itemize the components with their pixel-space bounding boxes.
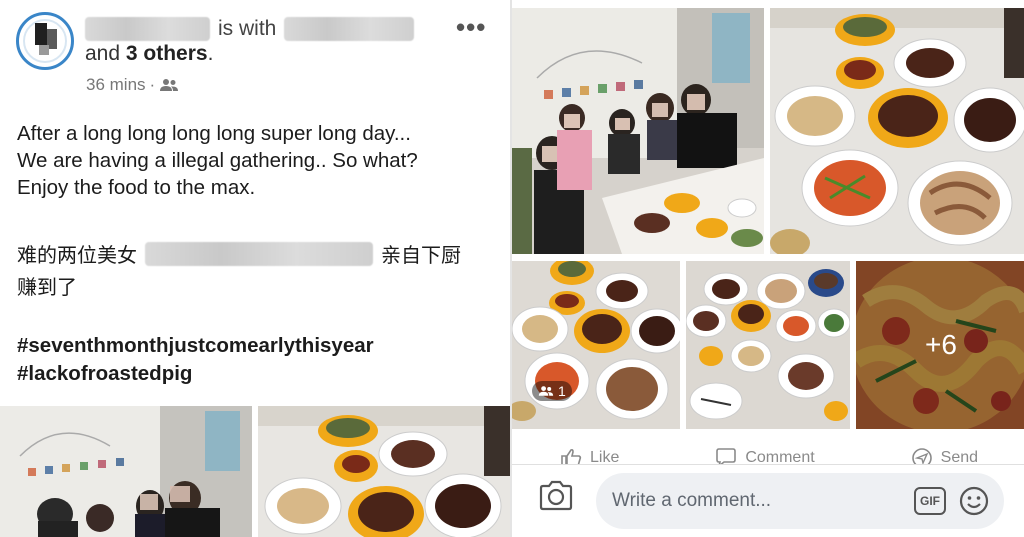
photo-tomato-egg[interactable]: +6 [856, 261, 1024, 429]
post-screenshot-right: 1 +6 Like Comment Send Write a comment..… [510, 0, 1024, 537]
gif-button[interactable]: GIF [914, 487, 946, 515]
post-actions: Like Comment Send [512, 436, 1024, 464]
more-photos-overlay[interactable]: +6 [856, 261, 1024, 429]
post-time[interactable]: 36 mins [86, 75, 146, 95]
with-text: is with [218, 17, 277, 40]
tagged-people-badge[interactable]: 1 [532, 381, 572, 401]
send-label: Send [940, 449, 979, 464]
cjk-prefix: 难的两位美女 [17, 245, 137, 267]
hashtag-link[interactable]: #seventhmonthjustcomearlythisyear [17, 332, 374, 360]
friends-icon [159, 78, 179, 92]
and-text: and [85, 42, 121, 65]
cjk-suffix: 亲自下厨 [381, 245, 461, 267]
post-text-line: Enjoy the food to the max. [17, 176, 256, 199]
post-cjk-line-2: 赚到了 [17, 277, 77, 299]
comment-label: Comment [745, 449, 815, 464]
post-header: is with [85, 14, 415, 44]
send-icon [911, 448, 933, 464]
more-dots-icon[interactable]: ••• [456, 12, 486, 43]
emoji-icon[interactable] [958, 485, 990, 517]
photo-dishes-large[interactable] [770, 8, 1024, 254]
others-link[interactable]: 3 others [126, 42, 208, 65]
tagged-others: and 3 others. [85, 42, 214, 65]
avatar[interactable] [16, 12, 74, 70]
photo-people-at-table[interactable] [0, 406, 252, 537]
post-cjk-line: 难的两位美女 亲自下厨 [17, 239, 461, 268]
post-screenshot-left: is with and 3 others. 36 mins · ••• Afte… [0, 0, 510, 537]
comment-button[interactable]: Comment [715, 448, 815, 464]
post-body: After a long long long long super long d… [17, 120, 497, 201]
photo-people-at-table-large[interactable] [512, 8, 764, 254]
send-button[interactable]: Send [911, 448, 978, 464]
comment-icon [715, 448, 737, 464]
post-text-line: We are having a illegal gathering.. So w… [17, 149, 418, 172]
post-meta: 36 mins · [86, 75, 179, 95]
post-text-line: After a long long long long super long d… [17, 122, 411, 145]
photo-table-top-1[interactable]: 1 [512, 261, 680, 429]
hashtag-link[interactable]: #lackofroastedpig [17, 360, 374, 388]
meta-separator: · [149, 75, 156, 94]
comment-placeholder: Write a comment... [612, 490, 772, 511]
photo-dishes[interactable] [258, 406, 510, 537]
comment-input[interactable]: Write a comment... GIF [596, 473, 1004, 529]
blurred-author-name[interactable] [85, 17, 210, 41]
like-label: Like [589, 449, 620, 464]
blurred-mention[interactable] [145, 241, 373, 266]
tagged-count: 1 [558, 383, 566, 399]
camera-icon[interactable] [538, 480, 574, 512]
hashtags: #seventhmonthjustcomearlythisyear #lacko… [17, 332, 374, 388]
photo-table-top-2[interactable] [686, 261, 850, 429]
blurred-tagged-name[interactable] [284, 17, 415, 41]
like-icon [560, 448, 582, 464]
comment-bar: Write a comment... GIF [512, 464, 1024, 537]
like-button[interactable]: Like [560, 448, 619, 464]
